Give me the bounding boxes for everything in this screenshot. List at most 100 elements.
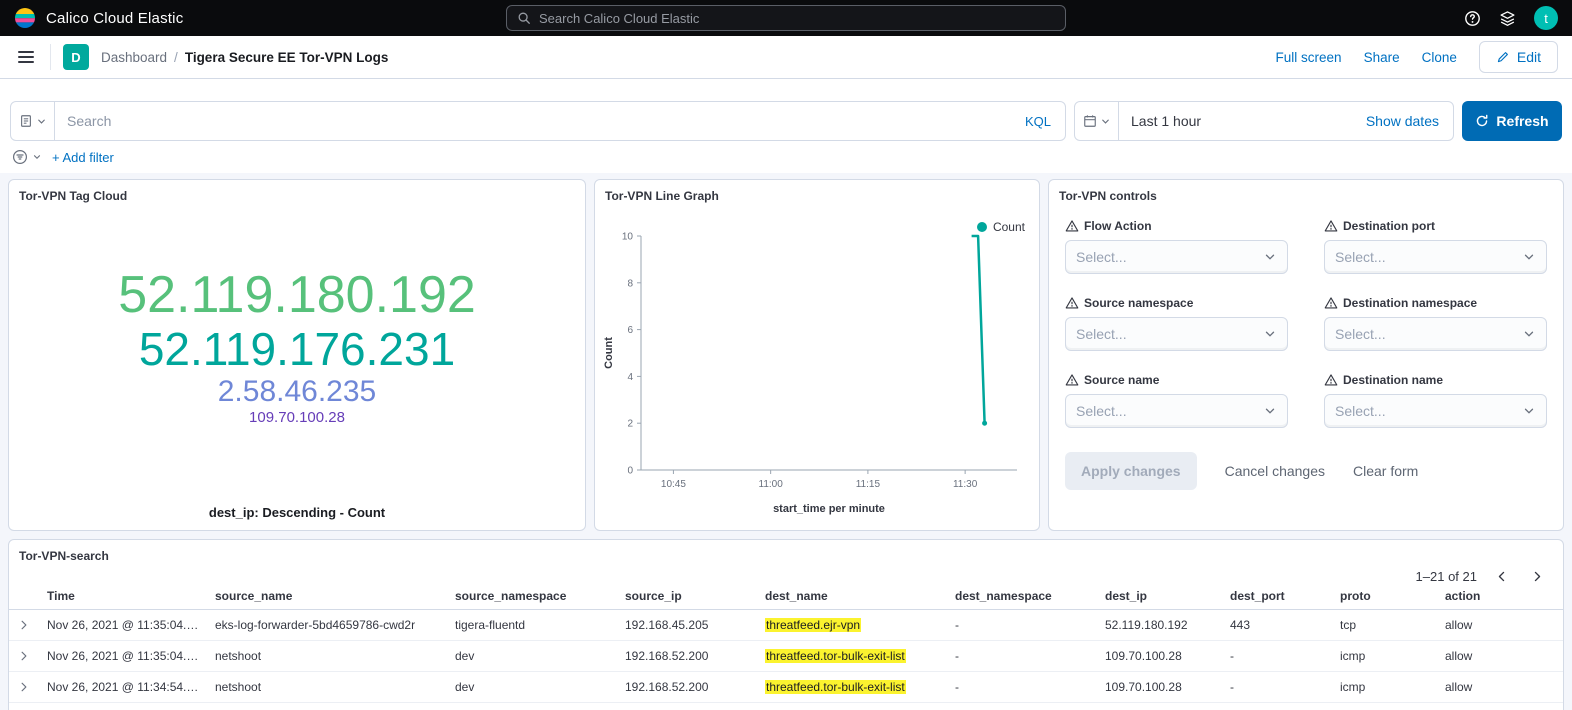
control-select-source-name[interactable]: Select... [1065,394,1288,428]
tag-cloud-term[interactable]: 2.58.46.235 [218,376,376,408]
tag-cloud-caption: dest_ip: Descending - Count [9,505,585,520]
show-dates-link[interactable]: Show dates [1366,113,1453,129]
cell-dest_port: - [1222,672,1332,703]
cell-source_ip: 192.168.45.205 [617,610,757,641]
row-expand-button[interactable] [9,641,39,672]
chevron-down-icon [1263,327,1277,341]
time-range-value[interactable]: Last 1 hour [1119,113,1366,129]
control-source-name: Source nameSelect... [1065,373,1288,428]
app-logo[interactable] [14,7,36,29]
control-select-destination-port[interactable]: Select... [1324,240,1547,274]
column-header-Time[interactable]: Time [39,583,207,610]
nav-link-clone[interactable]: Clone [1422,50,1457,65]
chevron-down-icon [32,152,42,162]
warning-icon [1324,219,1338,233]
cell-source_namespace: dev [447,672,617,703]
warning-icon [1324,296,1338,310]
edit-button[interactable]: Edit [1479,41,1558,73]
cell-action: allow [1437,610,1563,641]
global-search-input[interactable]: Search Calico Cloud Elastic [506,5,1066,31]
results-table: Timesource_namesource_namespacesource_ip… [9,583,1563,703]
svg-text:11:30: 11:30 [953,479,978,490]
saved-query-menu-button[interactable] [11,102,55,140]
kql-search-group: Search KQL [10,101,1066,141]
warning-icon [1065,219,1079,233]
filter-options-button[interactable] [12,149,42,165]
chevron-down-icon [1263,404,1277,418]
control-select-destination-name[interactable]: Select... [1324,394,1547,428]
menu-icon[interactable] [14,46,38,68]
line-chart: 024681010:4511:0011:1511:30start_time pe… [601,222,1031,527]
nav-link-share[interactable]: Share [1364,50,1400,65]
panel-search-results: Tor-VPN-search 1–21 of 21 [8,539,1564,710]
next-page-button[interactable] [1525,564,1549,588]
cell-dest_name: threatfeed.tor-bulk-exit-list [757,672,947,703]
breadcrumb: Dashboard / Tigera Secure EE Tor-VPN Log… [101,50,388,65]
tag-cloud-term[interactable]: 109.70.100.28 [249,410,345,426]
chevron-down-icon [1522,327,1536,341]
panel-title: Tor-VPN-search [9,540,1563,567]
column-header-dest_namespace[interactable]: dest_namespace [947,583,1097,610]
control-destination-port: Destination portSelect... [1324,219,1547,274]
pagination-label: 1–21 of 21 [1416,569,1477,584]
add-filter-link[interactable]: + Add filter [52,150,114,165]
cell-dest_ip: 109.70.100.28 [1097,672,1222,703]
select-placeholder: Select... [1076,403,1127,419]
controls-actions: Apply changes Cancel changes Clear form [1049,428,1563,514]
user-avatar[interactable]: t [1534,6,1558,30]
help-icon[interactable] [1464,10,1481,27]
tag-cloud-term[interactable]: 52.119.176.231 [139,325,455,374]
svg-text:Count: Count [603,337,615,369]
svg-text:10: 10 [622,232,634,243]
control-label: Destination name [1343,373,1443,387]
deployments-icon[interactable] [1499,10,1516,27]
breadcrumb-dashboard[interactable]: Dashboard [101,50,167,65]
control-select-flow-action[interactable]: Select... [1065,240,1288,274]
column-header-dest_ip[interactable]: dest_ip [1097,583,1222,610]
expand-row-icon [18,650,30,662]
refresh-button[interactable]: Refresh [1462,101,1562,141]
warning-icon [1065,296,1079,310]
cell-source_namespace: dev [447,641,617,672]
panel-line-graph: Tor-VPN Line Graph Count 024681010:4511:… [594,179,1040,531]
table-row: Nov 26, 2021 @ 11:35:04.000netshootdev19… [9,641,1563,672]
column-header-source_ip[interactable]: source_ip [617,583,757,610]
query-input[interactable]: Search [55,113,1011,129]
cell-source_name: netshoot [207,641,447,672]
apply-changes-button[interactable]: Apply changes [1065,452,1197,490]
column-header-source_namespace[interactable]: source_namespace [447,583,617,610]
nav-link-full-screen[interactable]: Full screen [1276,50,1342,65]
row-expand-button[interactable] [9,672,39,703]
column-header-dest_name[interactable]: dest_name [757,583,947,610]
filter-bar: + Add filter [0,141,1572,173]
cell-action: allow [1437,672,1563,703]
control-label: Source namespace [1084,296,1193,310]
table-row: Nov 26, 2021 @ 11:35:04.000eks-log-forwa… [9,610,1563,641]
chevron-down-icon [1522,250,1536,264]
control-flow-action: Flow ActionSelect... [1065,219,1288,274]
page-title: Tigera Secure EE Tor-VPN Logs [185,50,389,65]
svg-text:2: 2 [627,419,633,430]
panel-title: Tor-VPN Tag Cloud [9,180,585,207]
cell-Time: Nov 26, 2021 @ 11:34:54.000 [39,672,207,703]
header-actions: t [1464,6,1558,30]
control-select-destination-namespace[interactable]: Select... [1324,317,1547,351]
control-select-source-namespace[interactable]: Select... [1065,317,1288,351]
row-expand-button[interactable] [9,610,39,641]
column-header-dest_port[interactable]: dest_port [1222,583,1332,610]
cell-dest_name: threatfeed.tor-bulk-exit-list [757,641,947,672]
app-root: Calico Cloud Elastic Search Calico Cloud… [0,0,1572,710]
column-header-source_name[interactable]: source_name [207,583,447,610]
chevron-down-icon [36,116,47,127]
svg-text:11:15: 11:15 [856,479,881,490]
cell-dest_ip: 52.119.180.192 [1097,610,1222,641]
select-placeholder: Select... [1335,326,1386,342]
kql-language-button[interactable]: KQL [1011,114,1065,129]
cancel-changes-button[interactable]: Cancel changes [1225,463,1325,479]
prev-page-button[interactable] [1489,564,1513,588]
nav-actions: Full screen Share Clone [1276,50,1457,65]
time-picker-menu-button[interactable] [1075,102,1119,140]
cell-source_ip: 192.168.52.200 [617,672,757,703]
tag-cloud-term[interactable]: 52.119.180.192 [118,268,476,323]
clear-form-button[interactable]: Clear form [1353,463,1418,479]
